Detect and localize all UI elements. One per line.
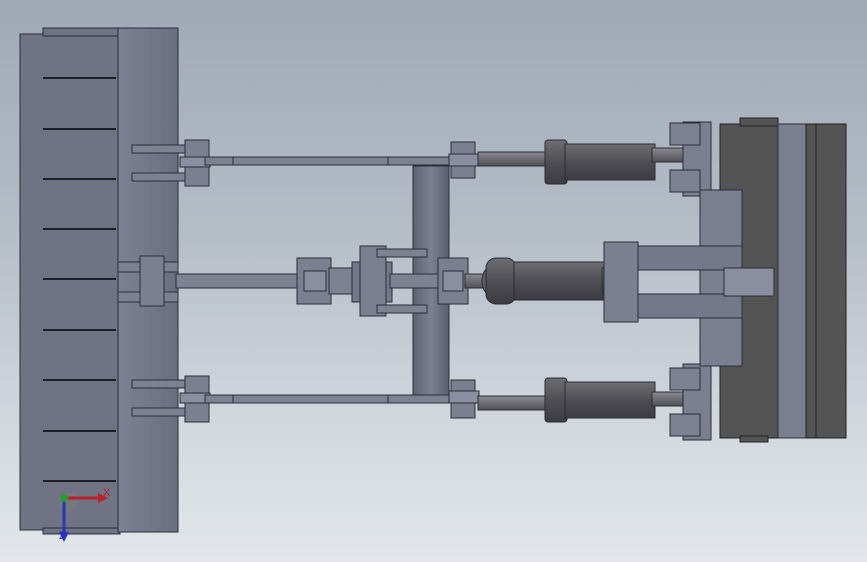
z-axis-label: Z bbox=[59, 530, 66, 542]
coordinate-triad-icon bbox=[58, 492, 108, 542]
upper-hydraulic-cylinder bbox=[477, 121, 712, 197]
x-axis-label: X bbox=[103, 487, 111, 499]
lower-hydraulic-cylinder bbox=[477, 363, 712, 441]
assembly-drawing bbox=[19, 27, 847, 535]
cad-viewport[interactable]: X Z bbox=[0, 0, 867, 562]
